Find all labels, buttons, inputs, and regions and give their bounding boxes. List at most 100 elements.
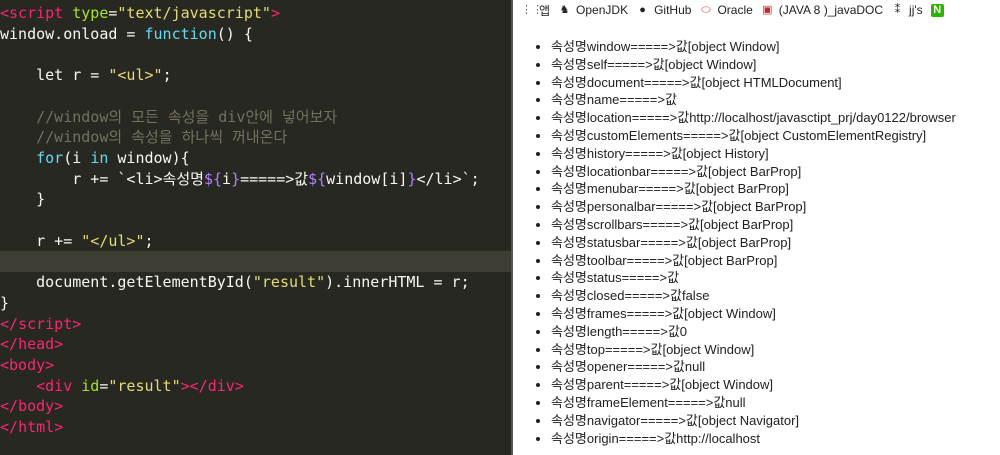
code-line[interactable] bbox=[0, 86, 511, 107]
list-item: 속성명location=====>값http://localhost/javas… bbox=[551, 109, 1000, 127]
code-token: > bbox=[270, 4, 280, 22]
code-line[interactable]: </head> bbox=[0, 334, 511, 355]
code-line[interactable]: r += "</ul>"; bbox=[0, 231, 511, 252]
code-token: > bbox=[45, 355, 55, 374]
code-token: </ bbox=[0, 335, 19, 354]
code-token: document.getElementById( bbox=[0, 273, 253, 292]
list-item: 속성명navigator=====>값[object Navigator] bbox=[551, 412, 1000, 430]
bookmark-item[interactable]: ▣ (JAVA 8 )_javaDOC bbox=[761, 3, 883, 17]
code-line[interactable]: } bbox=[0, 189, 511, 210]
list-item: 속성명history=====>값[object History] bbox=[551, 145, 1000, 163]
code-token: > bbox=[54, 335, 64, 354]
list-item: 속성명self=====>값[object Window] bbox=[551, 56, 1000, 74]
code-token: div bbox=[207, 376, 235, 395]
code-line[interactable]: <div id="result"></div> bbox=[0, 376, 511, 397]
code-token: > bbox=[234, 376, 244, 395]
code-line[interactable]: let r = "<ul>"; bbox=[0, 65, 511, 86]
code-token: body bbox=[18, 397, 55, 416]
code-token: window){ bbox=[108, 148, 190, 167]
code-token: let r = bbox=[0, 66, 109, 85]
bookmark-red-icon: ▣ bbox=[762, 3, 773, 16]
bookmark-label: 앱 bbox=[539, 3, 551, 18]
code-token: script bbox=[18, 314, 73, 333]
bookmark-item[interactable]: ⬭ Oracle bbox=[699, 3, 753, 17]
bookmark-label: OpenJDK bbox=[576, 3, 629, 17]
bookmarks-bar: ⋮⋮ 앱 ♞ OpenJDK ● GitHub ⬭ Oracle ▣ (JAVA 8 )_java… bbox=[513, 0, 1000, 20]
list-item: 속성명scrollbars=====>값[object BarProp] bbox=[551, 216, 1000, 234]
code-line[interactable] bbox=[0, 251, 511, 273]
code-line[interactable]: for(i in window){ bbox=[0, 148, 511, 169]
list-item: 속성명top=====>값[object Window] bbox=[551, 341, 1000, 359]
bookmark-item[interactable]: ♞ OpenJDK bbox=[558, 3, 628, 17]
code-token: </ bbox=[0, 418, 19, 436]
code-token: (i bbox=[63, 148, 91, 167]
code-token: < bbox=[0, 355, 10, 374]
list-item: 속성명origin=====>값http://localhost bbox=[551, 430, 1000, 448]
list-item: 속성명parent=====>값[object Window] bbox=[551, 376, 1000, 394]
list-item: 속성명frameElement=====>값null bbox=[551, 394, 1000, 412]
list-item: 속성명opener=====>값null bbox=[551, 358, 1000, 376]
code-token: </ bbox=[0, 397, 19, 416]
naver-n-icon: N bbox=[930, 3, 944, 17]
bookmark-item[interactable]: ⁑ jj's bbox=[891, 3, 923, 17]
list-item: 속성명menubar=====>값[object BarProp] bbox=[551, 180, 1000, 198]
code-token: "</ul>" bbox=[81, 231, 145, 250]
openjdk-duke-icon: ♞ bbox=[559, 3, 570, 16]
code-token: ).innerHTML = r; bbox=[325, 273, 470, 292]
code-token: type bbox=[72, 4, 109, 22]
code-line[interactable]: } bbox=[0, 293, 511, 314]
code-token: ; bbox=[162, 66, 172, 85]
code-token: </li>`; bbox=[416, 169, 480, 188]
code-token: id bbox=[81, 376, 100, 395]
bookmark-item[interactable]: ⋮⋮ 앱 bbox=[521, 2, 550, 19]
code-token: =====>값 bbox=[240, 169, 309, 188]
code-token: </ bbox=[0, 314, 19, 333]
code-token: i bbox=[222, 169, 232, 188]
code-line[interactable] bbox=[0, 44, 511, 65]
jjs-site-icon: ⁑ bbox=[894, 3, 901, 16]
code-line[interactable]: //window의 속성을 하나씩 꺼내온다 bbox=[0, 127, 511, 148]
code-token: window[i] bbox=[326, 169, 408, 188]
code-token: div bbox=[45, 376, 73, 395]
code-line[interactable] bbox=[0, 210, 511, 231]
code-line[interactable]: </html> bbox=[0, 417, 511, 438]
list-item: 속성명customElements=====>값[object CustomEl… bbox=[551, 127, 1000, 145]
code-line[interactable]: r += `<li>속성명${i}=====>값${window[i]}</li… bbox=[0, 169, 511, 190]
code-line[interactable]: </body> bbox=[0, 396, 511, 417]
code-token: "result" bbox=[108, 376, 181, 395]
code-token: } bbox=[231, 169, 241, 188]
code-token: r += `<li>속성명 bbox=[0, 169, 204, 188]
code-line[interactable]: </script> bbox=[0, 314, 511, 335]
list-item: 속성명closed=====>값false bbox=[551, 287, 1000, 305]
code-token: } bbox=[0, 293, 10, 312]
code-token: script bbox=[9, 4, 64, 22]
code-token: ${ bbox=[308, 169, 327, 188]
bookmark-item[interactable]: ● GitHub bbox=[636, 3, 691, 17]
code-token: > bbox=[54, 418, 64, 436]
code-token: r += bbox=[0, 231, 82, 250]
code-token: html bbox=[18, 418, 55, 436]
list-item: 속성명statusbar=====>값[object BarProp] bbox=[551, 234, 1000, 252]
bookmark-label: GitHub bbox=[654, 3, 692, 17]
code-editor[interactable]: <script type="text/javascript"> window.on… bbox=[0, 0, 511, 455]
code-token: in bbox=[90, 148, 109, 167]
code-token: ></ bbox=[180, 376, 208, 395]
bookmark-item[interactable]: N bbox=[930, 3, 949, 17]
list-item: 속성명document=====>값[object HTMLDocument] bbox=[551, 74, 1000, 92]
code-line[interactable]: <body> bbox=[0, 355, 511, 376]
code-line[interactable]: document.getElementById("result").innerH… bbox=[0, 272, 511, 293]
bookmark-label: jj's bbox=[909, 3, 923, 17]
list-item: 속성명name=====>값 bbox=[551, 91, 1000, 109]
oracle-icon: ⬭ bbox=[701, 3, 711, 16]
code-line[interactable]: window.onload = function() { bbox=[0, 24, 511, 45]
code-token: head bbox=[18, 335, 55, 354]
bookmark-label: (JAVA 8 )_javaDOC bbox=[778, 3, 884, 17]
code-line[interactable]: //window의 모든 속성을 div안에 넣어보자 bbox=[0, 107, 511, 128]
window-properties-list: 속성명window=====>값[object Window]속성명self==… bbox=[513, 38, 1000, 447]
bookmark-label: Oracle bbox=[717, 3, 753, 17]
list-item: 속성명locationbar=====>값[object BarProp] bbox=[551, 163, 1000, 181]
code-token: } bbox=[0, 190, 46, 209]
code-token: for bbox=[0, 148, 64, 167]
code-line[interactable]: <script type="text/javascript"> bbox=[0, 3, 511, 24]
